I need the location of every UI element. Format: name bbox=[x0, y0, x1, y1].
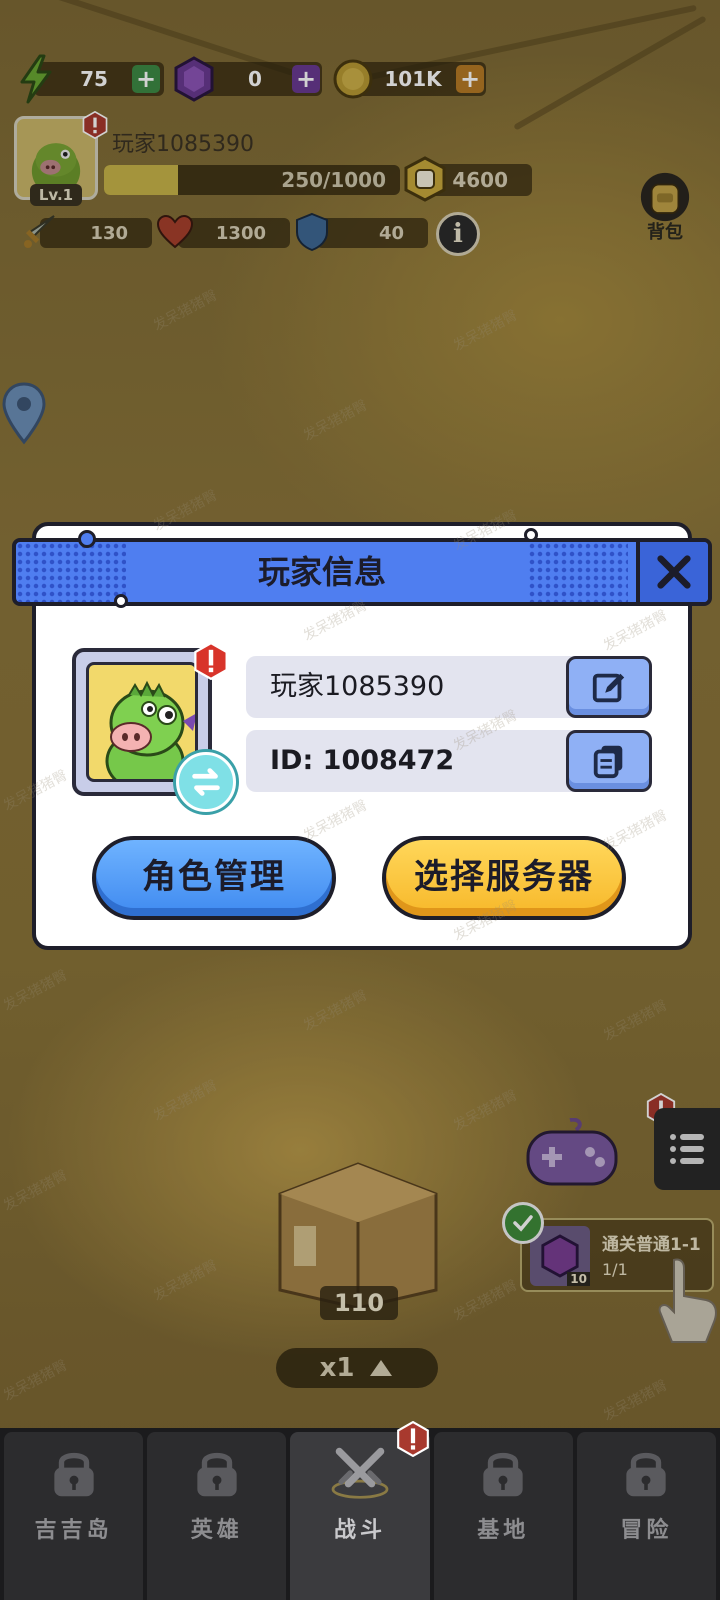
close-icon bbox=[657, 555, 691, 589]
tab-adventure[interactable]: 冒险 bbox=[576, 1432, 717, 1600]
lock-icon bbox=[197, 1452, 237, 1497]
player-name-value: 玩家1085390 bbox=[270, 671, 445, 702]
alert-icon bbox=[192, 642, 230, 680]
tab-heroes[interactable]: 英雄 bbox=[147, 1432, 287, 1600]
edit-name-button[interactable] bbox=[566, 656, 652, 718]
tab-jiji-island[interactable]: 吉吉岛 bbox=[4, 1432, 144, 1600]
player-id-value: ID: 1008472 bbox=[270, 745, 455, 776]
swap-icon bbox=[192, 768, 220, 796]
tab-label: 英雄 bbox=[190, 1518, 243, 1543]
tab-base[interactable]: 基地 bbox=[433, 1432, 573, 1600]
player-id-field: ID: 1008472 bbox=[246, 730, 652, 792]
dialog-title: 玩家信息 bbox=[257, 553, 386, 591]
close-button[interactable] bbox=[636, 542, 708, 602]
copy-icon bbox=[593, 745, 623, 779]
tab-label: 冒险 bbox=[620, 1518, 673, 1543]
lock-icon bbox=[53, 1452, 94, 1497]
tab-label: 基地 bbox=[477, 1518, 530, 1543]
select-server-button[interactable]: 选择服务器 bbox=[382, 836, 626, 920]
alert-icon bbox=[394, 1420, 432, 1458]
edit-icon bbox=[592, 673, 625, 703]
swap-avatar-button[interactable] bbox=[176, 752, 236, 812]
tab-label: 吉吉岛 bbox=[34, 1518, 113, 1543]
lock-icon bbox=[483, 1452, 523, 1497]
header-decoration bbox=[114, 594, 128, 608]
copy-id-button[interactable] bbox=[566, 730, 652, 792]
role-management-button[interactable]: 角色管理 bbox=[92, 836, 336, 920]
bottom-nav: 吉吉岛 英雄 战斗 基地 冒险 bbox=[0, 1428, 720, 1600]
player-name-field: 玩家1085390 bbox=[246, 656, 652, 718]
header-decoration bbox=[78, 530, 96, 548]
lock-icon bbox=[626, 1452, 667, 1497]
crossed-swords-icon bbox=[331, 1447, 389, 1499]
header-decoration bbox=[524, 528, 538, 542]
tab-label: 战斗 bbox=[334, 1518, 387, 1543]
